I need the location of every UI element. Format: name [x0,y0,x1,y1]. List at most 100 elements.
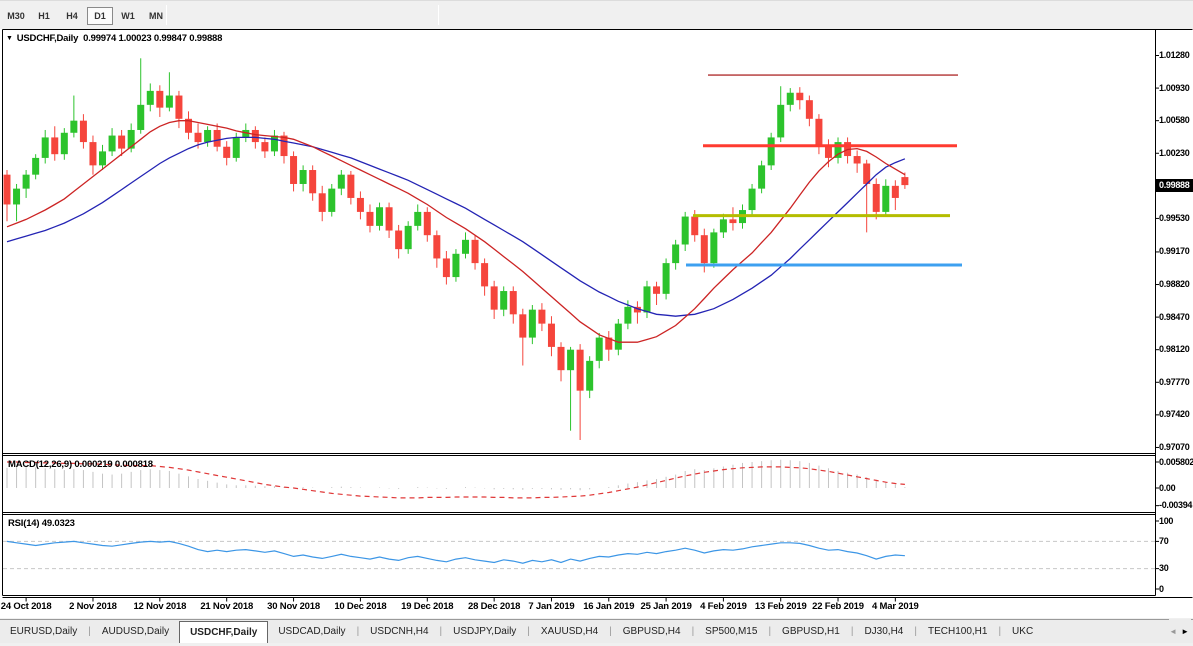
candle-body [214,130,221,147]
rsi-axis-label: 100 [1159,516,1173,526]
tab-xauusd-h4[interactable]: XAUUSD,H4 [531,620,608,643]
candle-body [901,177,908,185]
timeframe-button-m30[interactable]: M30 [3,7,29,25]
price-axis-label: 0.99170 [1159,246,1189,256]
candle-body [357,198,364,212]
timeframe-button-h4[interactable]: H4 [59,7,85,25]
application-window: M30H1H4D1W1MN ▼ USDCHF,Daily 0.99974 1.00… [0,0,1193,646]
date-axis-label: 13 Feb 2019 [755,601,807,612]
tab-sp500-m15[interactable]: SP500,M15 [695,620,767,643]
price-axis-label: 0.97420 [1159,409,1189,419]
candle-body [252,130,259,142]
candle-body [892,186,899,198]
candle-body [519,314,526,337]
candle-body [462,240,469,254]
rsi-indicator-label: RSI(14) 49.0323 [8,518,75,529]
macd-axis-label: -0.00394 [1159,500,1192,510]
candle-body [281,136,288,156]
timeframe-button-w1[interactable]: W1 [115,7,141,25]
tab-eurusd-daily[interactable]: EURUSD,Daily [0,620,87,643]
timeframe-button-group: M30H1H4D1W1MN [2,6,170,25]
price-axis-label: 0.98120 [1159,344,1189,354]
candle-body [691,217,698,236]
tab-gbpusd-h4[interactable]: GBPUSD,H4 [613,620,691,643]
chart-title-symbol: USDCHF,Daily [17,33,78,44]
rsi-axis-label: 0 [1159,584,1164,594]
tab-dj30-h4[interactable]: DJ30,H4 [854,620,913,643]
candle-body [166,96,173,108]
candle-body [806,100,813,119]
price-axis-label: 0.97070 [1159,442,1189,452]
candle-body [758,165,765,188]
chart-window[interactable]: ▼ USDCHF,Daily 0.99974 1.00023 0.99847 0.… [0,29,1193,618]
tab-usdjpy-daily[interactable]: USDJPY,Daily [443,620,526,643]
candle-body [23,175,30,189]
candle-body [452,254,459,277]
candle-body [529,310,536,338]
candle-body [290,156,297,184]
rsi-axis-label: 30 [1159,563,1168,573]
candle-body [663,263,670,294]
candle-body [89,142,96,165]
chart-tab-bar: EURUSD,Daily|AUDUSD,DailyUSDCHF,DailyUSD… [0,619,1193,643]
date-axis-label: 25 Jan 2019 [641,601,692,612]
candle-body [414,212,421,226]
candle-body [825,147,832,158]
candle-body [51,137,58,154]
candle-body [61,133,68,154]
price-axis-label: 1.00230 [1159,148,1189,158]
macd-axis-label: 0.00 [1159,483,1175,493]
candle-body [175,96,182,119]
candle-body [777,105,784,138]
candle-body [577,350,584,391]
candle-body [395,231,402,250]
candle-body [443,258,450,277]
candle-body [366,212,373,226]
candle-body [4,175,11,205]
candle-body [586,361,593,391]
tab-audusd-daily[interactable]: AUDUSD,Daily [92,620,179,643]
candle-body [80,121,87,142]
rsi-value: 49.0323 [42,518,75,529]
date-axis-label: 22 Feb 2019 [812,601,864,612]
candle-body [472,240,479,263]
price-axis-label: 0.97770 [1159,377,1189,387]
timeframe-button-d1[interactable]: D1 [87,7,113,25]
chart-canvas[interactable] [0,29,1193,618]
candle-body [328,189,335,212]
candle-body [796,93,803,100]
timeframe-button-h1[interactable]: H1 [31,7,57,25]
tab-usdcnh-h4[interactable]: USDCNH,H4 [360,620,438,643]
chevron-down-icon[interactable]: ▼ [6,35,13,42]
candle-body [815,119,822,147]
candle-body [729,219,736,223]
price-axis-label: 0.98470 [1159,312,1189,322]
tab-scroll-left-icon[interactable]: ◄ [1169,627,1177,636]
tab-ukc[interactable]: UKC [1002,620,1043,643]
timeframe-toolbar: M30H1H4D1W1MN [0,0,1193,29]
candle-body [99,151,106,165]
date-axis-label: 10 Dec 2018 [334,601,386,612]
date-axis-label: 28 Dec 2018 [468,601,520,612]
candle-body [672,244,679,263]
candle-body [156,91,163,108]
chart-title-ohlc: 0.99974 1.00023 0.99847 0.99888 [83,33,222,44]
candle-body [109,136,116,152]
tab-usdcad-daily[interactable]: USDCAD,Daily [268,620,355,643]
candle-body [386,207,393,230]
candle-body [558,347,565,370]
candle-body [510,291,517,314]
tab-tech100-h1[interactable]: TECH100,H1 [918,620,997,643]
tab-gbpusd-h1[interactable]: GBPUSD,H1 [772,620,850,643]
tab-scroll-right-icon[interactable]: ► [1181,627,1189,636]
tab-usdchf-daily[interactable]: USDCHF,Daily [179,621,268,643]
chart-title[interactable]: ▼ USDCHF,Daily 0.99974 1.00023 0.99847 0.… [6,33,222,44]
date-axis-label: 4 Mar 2019 [872,601,919,612]
candle-body [749,189,756,210]
rsi-name: RSI(14) [8,518,39,529]
candle-body [376,207,383,226]
candle-body [768,137,775,165]
candle-body [223,147,230,158]
candle-body [347,175,354,198]
candle-body [643,286,650,312]
